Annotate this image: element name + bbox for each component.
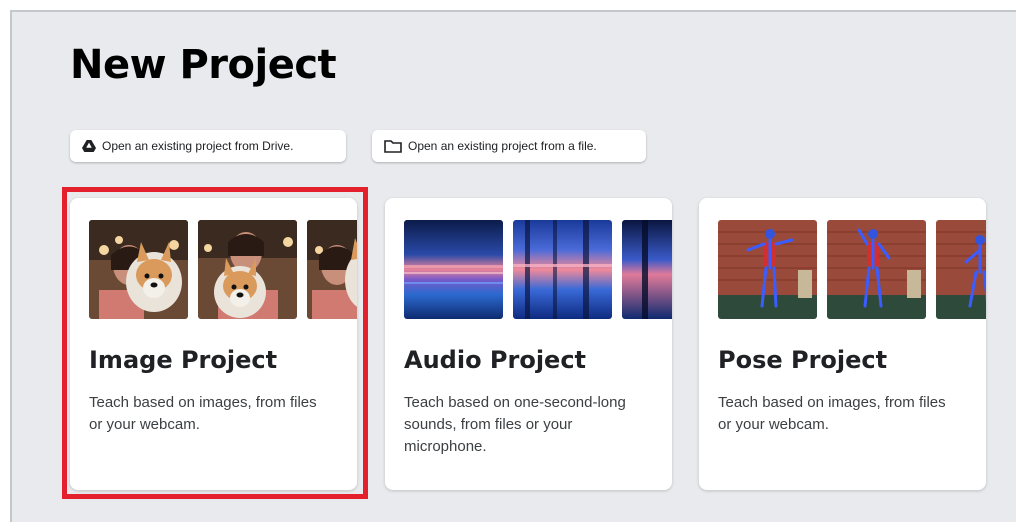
spectrogram-image [404, 220, 503, 319]
audio-project-card[interactable]: Audio Project Teach based on one-second-… [385, 198, 672, 490]
open-from-file-label: Open an existing project from a file. [408, 139, 597, 153]
card-description: Teach based on images, from files or you… [89, 394, 317, 433]
card-title: Image Project [89, 346, 278, 374]
spectrogram-image [622, 220, 672, 319]
open-from-file-button[interactable]: Open an existing project from a file. [372, 130, 646, 162]
new-project-page: New Project Open an existing project fro… [10, 10, 1016, 522]
thumbnail-image [827, 220, 926, 319]
card-description: Teach based on images, from files or you… [718, 394, 946, 433]
image-project-card[interactable]: Image Project Teach based on images, fro… [70, 198, 357, 490]
open-from-drive-button[interactable]: Open an existing project from Drive. [70, 130, 346, 162]
image-project-thumbnails [89, 220, 357, 319]
card-title: Audio Project [404, 346, 587, 374]
page-title: New Project [70, 42, 337, 88]
pose-project-card[interactable]: Pose Project Teach based on images, from… [699, 198, 986, 490]
thumbnail-image [89, 220, 188, 319]
thumbnail-image [198, 220, 297, 319]
thumbnail-image [718, 220, 817, 319]
audio-project-thumbnails [404, 220, 672, 319]
card-title: Pose Project [718, 346, 888, 374]
card-description: Teach based on one-second-long sounds, f… [404, 394, 626, 455]
pose-project-thumbnails [718, 220, 986, 319]
open-from-drive-label: Open an existing project from Drive. [102, 139, 294, 153]
thumbnail-image [307, 220, 357, 319]
thumbnail-image [936, 220, 986, 319]
google-drive-icon [82, 140, 96, 152]
folder-icon [384, 139, 402, 153]
spectrogram-image [513, 220, 612, 319]
